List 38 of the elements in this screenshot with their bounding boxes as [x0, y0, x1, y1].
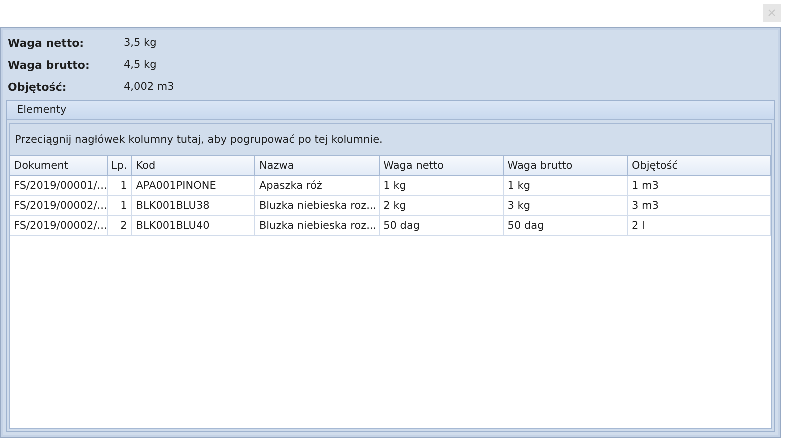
table-cell: APA001PINONE [132, 176, 256, 195]
table-cell: 1 m3 [628, 176, 771, 195]
table-cell: FS/2019/00002/... [10, 196, 108, 215]
group-hint: Przeciągnij nagłówek kolumny tutaj, aby pogrupować po tej kolumnie. [15, 134, 383, 146]
table-cell: FS/2019/00001/... [10, 176, 108, 195]
table-cell: 50 dag [504, 216, 628, 235]
table-cell: 1 [108, 196, 132, 215]
column-header[interactable]: Nazwa [255, 156, 380, 175]
close-button[interactable] [763, 4, 781, 22]
table-cell: 2 l [628, 216, 771, 235]
group-title: Elementy [17, 104, 67, 116]
close-icon [768, 9, 776, 17]
table-cell: 1 kg [504, 176, 628, 195]
field-value: 4,002 m3 [124, 81, 174, 93]
field-label: Waga netto: [8, 36, 86, 50]
field-value: 3,5 kg [124, 37, 157, 49]
field-label: Waga brutto: [8, 58, 91, 72]
table-cell: 2 kg [380, 196, 504, 215]
column-header[interactable]: Lp. [108, 156, 132, 175]
table-cell: 50 dag [380, 216, 504, 235]
column-header[interactable]: Dokument [10, 156, 108, 175]
table-cell: FS/2019/00002/... [10, 216, 108, 235]
table-cell: 2 [108, 216, 132, 235]
table-cell: 3 m3 [628, 196, 771, 215]
table-cell: BLK001BLU40 [132, 216, 256, 235]
column-header[interactable]: Waga netto [380, 156, 504, 175]
table-cell: BLK001BLU38 [132, 196, 256, 215]
table-cell: 3 kg [504, 196, 628, 215]
table-cell: Bluzka niebieska roz... [255, 216, 380, 235]
field-value: 4,5 kg [124, 59, 157, 71]
table-cell: Apaszka róż [255, 176, 380, 195]
field-label: Objętość: [8, 80, 68, 94]
column-header[interactable]: Kod [132, 156, 256, 175]
column-header[interactable]: Waga brutto [504, 156, 628, 175]
table-cell: 1 kg [380, 176, 504, 195]
table-cell: 1 [108, 176, 132, 195]
column-header[interactable]: Objętość [628, 156, 771, 175]
table-cell: Bluzka niebieska roz... [255, 196, 380, 215]
